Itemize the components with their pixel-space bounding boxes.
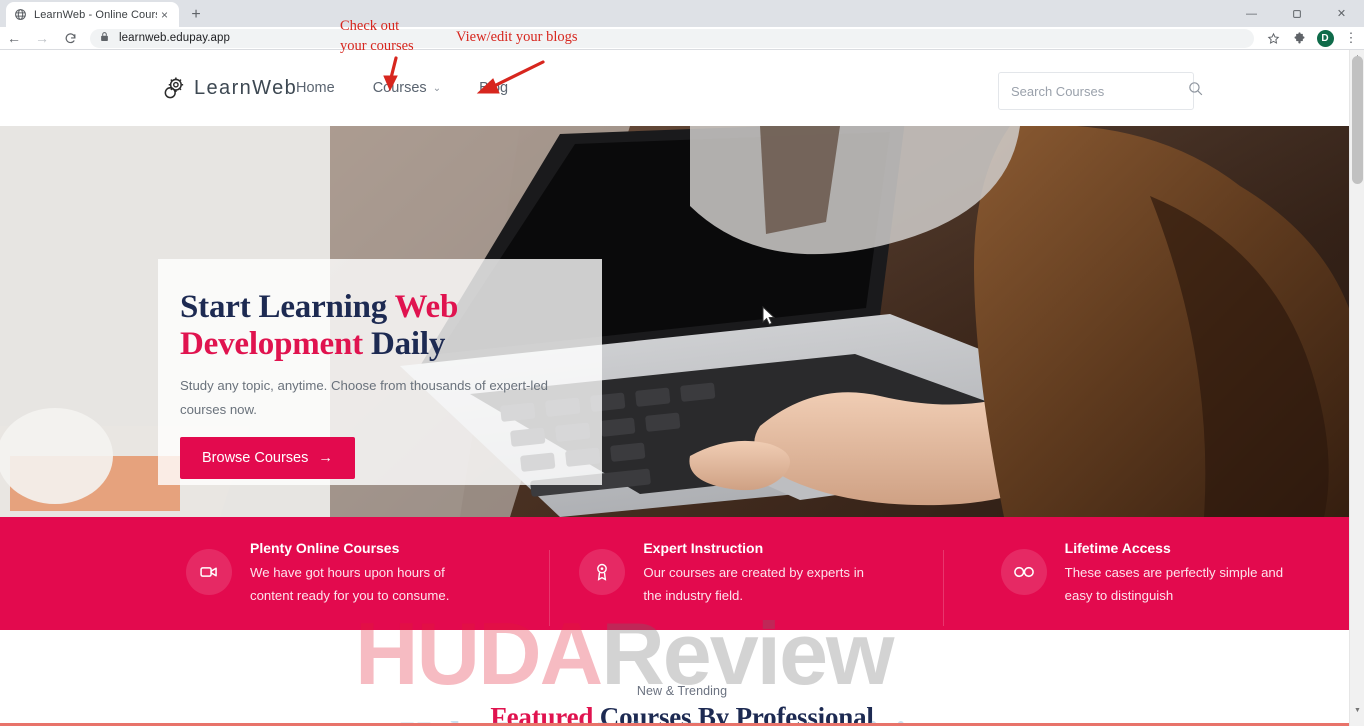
feature-item: Lifetime Access These cases are perfectl… bbox=[942, 539, 1364, 627]
avatar: D bbox=[1316, 29, 1334, 47]
hero-heading-part4: Daily bbox=[362, 326, 446, 363]
minimize-icon[interactable]: — bbox=[1229, 0, 1274, 27]
lock-icon bbox=[100, 29, 112, 47]
feature-description: These cases are perfectly simple and eas… bbox=[1064, 564, 1284, 603]
window-controls: — ✕ bbox=[1229, 0, 1364, 27]
browser-tab[interactable]: LearnWeb - Online Courses × bbox=[6, 2, 179, 27]
feature-item: Expert Instruction Our courses are creat… bbox=[549, 539, 942, 627]
page-viewport: LearnWeb Home Courses ⌄ Blog Search Cour… bbox=[0, 50, 1364, 726]
section-eyebrow: New & Trending bbox=[636, 684, 728, 698]
search-input[interactable] bbox=[1011, 83, 1187, 99]
nav-item-home[interactable]: Home bbox=[296, 80, 335, 96]
close-icon[interactable]: × bbox=[157, 7, 172, 22]
nav-item-courses[interactable]: Courses ⌄ bbox=[373, 80, 441, 96]
url-text: learnweb.edupay.app bbox=[119, 32, 231, 44]
forward-icon: → bbox=[35, 30, 49, 46]
maximize-icon[interactable] bbox=[1274, 0, 1319, 27]
scrollbar-thumb[interactable] bbox=[1352, 56, 1363, 184]
nav-label: Home bbox=[296, 80, 335, 96]
site-nav: Home Courses ⌄ Blog bbox=[296, 80, 508, 96]
hero-heading-part1: Start Learning bbox=[180, 289, 395, 325]
feature-title: Plenty Online Courses bbox=[250, 539, 400, 556]
featured-courses-section: New & Trending Featured Courses By Profe… bbox=[0, 630, 1364, 726]
page-scrollbar[interactable]: ▲ ▼ bbox=[1349, 50, 1364, 726]
star-icon[interactable] bbox=[1260, 27, 1286, 50]
browse-courses-button[interactable]: Browse Courses → bbox=[180, 437, 355, 480]
browser-window: LearnWeb - Online Courses × + — ✕ ← → bbox=[0, 0, 1364, 726]
mouse-cursor bbox=[762, 305, 776, 331]
feature-description: Our courses are created by experts in th… bbox=[643, 564, 864, 603]
profile-avatar[interactable]: D bbox=[1312, 27, 1338, 50]
hero-heading: Start Learning Web Development Daily bbox=[180, 289, 562, 364]
globe-icon bbox=[13, 8, 27, 22]
search-icon[interactable] bbox=[1187, 80, 1204, 102]
hero-subtitle: Study any topic, anytime. Choose from th… bbox=[180, 377, 548, 417]
video-camera-icon bbox=[186, 548, 232, 595]
arrow-right-icon: → bbox=[318, 450, 333, 467]
new-tab-button[interactable]: + bbox=[185, 4, 207, 26]
close-window-icon[interactable]: ✕ bbox=[1319, 0, 1364, 27]
gears-logo-icon bbox=[158, 72, 190, 104]
browse-courses-label: Browse Courses bbox=[202, 450, 309, 467]
hero-heading-part3: Development bbox=[180, 326, 363, 363]
browser-toolbar: ← → learnweb.edupay.app D ⋮ bbox=[0, 27, 1364, 50]
nav-label: Courses bbox=[372, 80, 427, 96]
feature-item: Plenty Online Courses We have got hours … bbox=[0, 540, 549, 607]
hero-heading-part2: Web bbox=[394, 289, 459, 325]
brand-name: LearnWeb bbox=[194, 76, 298, 99]
browser-tab-strip: LearnWeb - Online Courses × + — ✕ bbox=[0, 0, 1364, 27]
nav-item-blog[interactable]: Blog bbox=[479, 80, 508, 96]
reload-icon[interactable] bbox=[56, 27, 84, 50]
infinity-icon bbox=[1000, 548, 1047, 595]
back-icon[interactable]: ← bbox=[0, 27, 28, 50]
puzzle-icon[interactable] bbox=[1286, 27, 1312, 50]
search-box[interactable] bbox=[998, 72, 1203, 110]
hero-card: Start Learning Web Development Daily Stu… bbox=[158, 259, 602, 485]
brand-logo[interactable]: LearnWeb bbox=[158, 72, 297, 104]
award-medal-icon bbox=[579, 548, 626, 595]
feature-title: Lifetime Access bbox=[1064, 539, 1171, 556]
features-strip: Plenty Online Courses We have got hours … bbox=[0, 517, 1364, 630]
feature-title: Expert Instruction bbox=[643, 539, 764, 556]
chevron-down-icon: ⌄ bbox=[432, 82, 442, 94]
browser-menu-icon[interactable]: ⋮ bbox=[1338, 27, 1364, 50]
tab-title: LearnWeb - Online Courses bbox=[34, 8, 157, 21]
address-bar[interactable]: learnweb.edupay.app bbox=[90, 28, 1254, 48]
feature-description: We have got hours upon hours of content … bbox=[250, 564, 450, 603]
nav-label: Blog bbox=[479, 80, 509, 96]
hero-section: Start Learning Web Development Daily Stu… bbox=[0, 126, 1364, 517]
scroll-down-icon[interactable]: ▼ bbox=[1350, 703, 1364, 718]
site-header: LearnWeb Home Courses ⌄ Blog bbox=[0, 50, 1364, 126]
